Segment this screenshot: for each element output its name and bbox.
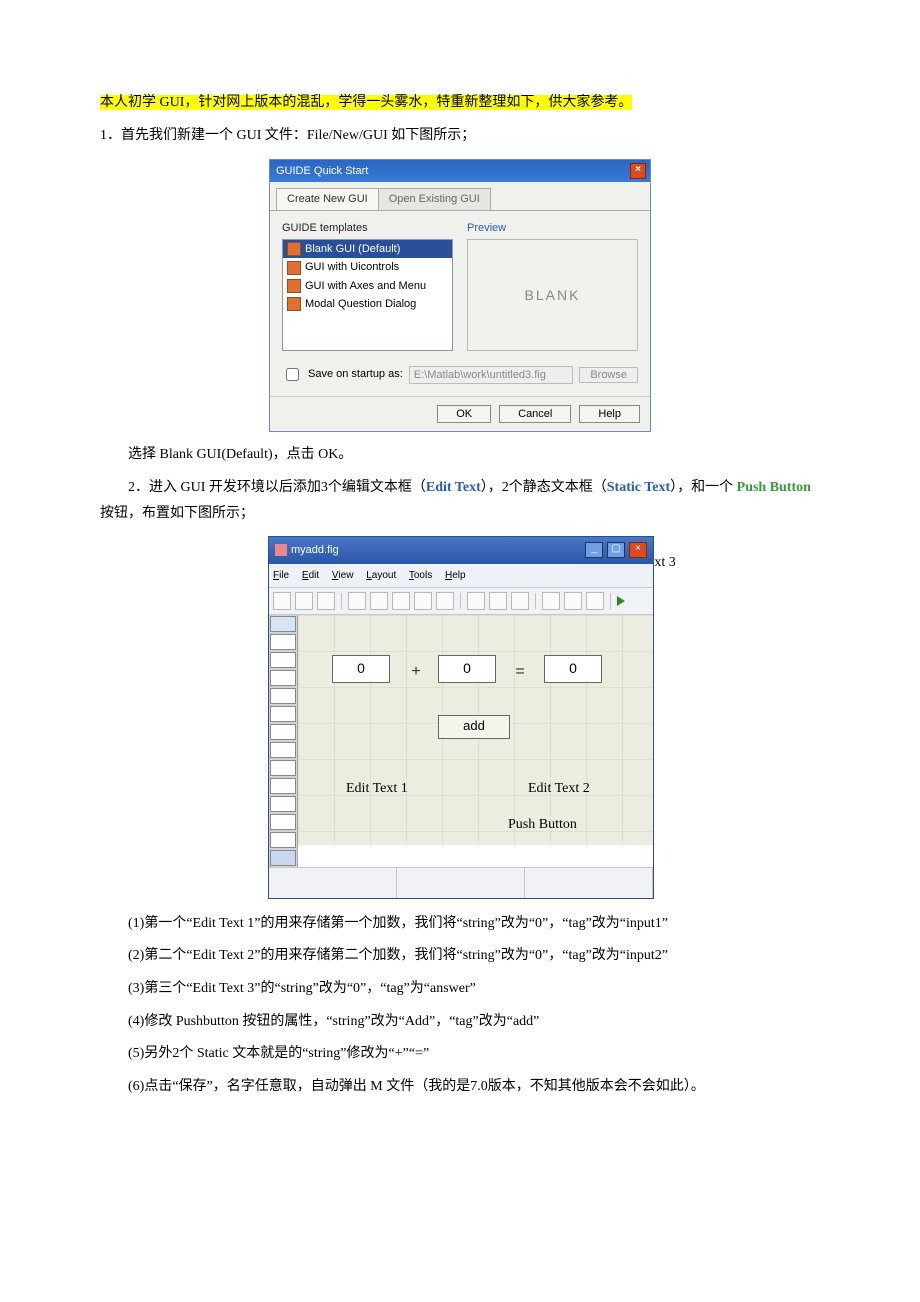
undo-icon[interactable] — [414, 592, 432, 610]
new-icon[interactable] — [273, 592, 291, 610]
palette-toggle-icon[interactable] — [270, 778, 296, 794]
step2: 2．进入 GUI 开发环境以后添加3个编辑文本框（Edit Text），2个静态… — [100, 475, 820, 528]
note-6: (6)点击“保存”，名字任意取，自动弹出 M 文件（我的是7.0版本，不知其他版… — [100, 1074, 820, 1101]
menu-layout[interactable]: Layout — [366, 570, 396, 581]
menu-help[interactable]: Help — [445, 570, 466, 581]
static-plus: + — [406, 657, 426, 687]
guide-statusbar — [269, 867, 653, 898]
tab-order-icon[interactable] — [511, 592, 529, 610]
template-axes-menu[interactable]: GUI with Axes and Menu — [283, 277, 452, 295]
note-4: (4)修改 Pushbutton 按钮的属性，“string”改为“Add”，“… — [100, 1009, 820, 1036]
cancel-button[interactable]: Cancel — [499, 405, 571, 423]
palette-statictext-icon[interactable] — [270, 724, 296, 740]
template-uicontrols[interactable]: GUI with Uicontrols — [283, 258, 452, 276]
palette-popup-icon[interactable] — [270, 742, 296, 758]
template-icon — [287, 242, 301, 256]
guide-window-title: myadd.fig — [291, 540, 581, 561]
dialog-title: GUIDE Quick Start — [276, 165, 368, 177]
template-icon — [287, 261, 301, 275]
template-modal[interactable]: Modal Question Dialog — [283, 295, 452, 313]
menu-edit[interactable]: Edit — [302, 570, 319, 581]
menu-tools[interactable]: Tools — [409, 570, 432, 581]
guide-menubar[interactable]: FFileile Edit View Layout Tools Help — [269, 564, 653, 588]
close-icon[interactable]: × — [630, 163, 646, 179]
guide-toolbar — [269, 588, 653, 615]
palette-slider-icon[interactable] — [270, 652, 296, 668]
template-blank[interactable]: Blank GUI (Default) — [283, 240, 452, 258]
menu-editor-icon[interactable] — [489, 592, 507, 610]
edit-text-3[interactable]: 0 — [544, 655, 602, 683]
browse-button[interactable]: Browse — [579, 367, 638, 383]
palette-select-icon[interactable] — [270, 616, 296, 632]
palette-table-icon[interactable] — [270, 796, 296, 812]
note-5: (5)另外2个 Static 文本就是的“string”修改为“+”“=” — [100, 1041, 820, 1068]
guide-canvas[interactable]: 0 + 0 = 0 add — [298, 615, 653, 845]
menu-view[interactable]: View — [332, 570, 354, 581]
redo-icon[interactable] — [436, 592, 454, 610]
palette-axes-icon[interactable] — [270, 814, 296, 830]
copy-icon[interactable] — [370, 592, 388, 610]
minimize-icon[interactable]: _ — [585, 542, 603, 558]
note-3: (3)第三个“Edit Text 3”的“string”改为“0”，“tag”为… — [100, 976, 820, 1003]
align-icon[interactable] — [467, 592, 485, 610]
static-eq: = — [510, 657, 530, 687]
mfile-icon[interactable] — [564, 592, 582, 610]
ok-button[interactable]: OK — [437, 405, 491, 423]
edit-text-1[interactable]: 0 — [332, 655, 390, 683]
templates-label: GUIDE templates — [282, 221, 453, 235]
tab-create-new[interactable]: Create New GUI — [276, 188, 379, 209]
add-button[interactable]: add — [438, 715, 510, 739]
tab-open-existing[interactable]: Open Existing GUI — [378, 188, 491, 209]
palette-radio-icon[interactable] — [270, 670, 296, 686]
guide-quickstart-dialog: GUIDE Quick Start × Create New GUI Open … — [269, 159, 651, 432]
note-2: (2)第二个“Edit Text 2”的用来存储第二个加数，我们将“string… — [100, 943, 820, 970]
preview-box: BLANK — [467, 239, 638, 351]
ann-et2: Edit Text 2 — [528, 776, 590, 803]
template-icon — [287, 279, 301, 293]
step1: 1．首先我们新建一个 GUI 文件：File/New/GUI 如下图所示； — [100, 123, 820, 150]
ann-et1: Edit Text 1 — [346, 776, 408, 803]
palette-checkbox-icon[interactable] — [270, 688, 296, 704]
palette-buttongroup-icon[interactable] — [270, 850, 296, 866]
save-path-input[interactable] — [409, 366, 574, 384]
component-palette[interactable] — [269, 615, 298, 867]
edit-text-2[interactable]: 0 — [438, 655, 496, 683]
toolbar-editor-icon[interactable] — [542, 592, 560, 610]
after-dialog: 选择 Blank GUI(Default)，点击 OK。 — [100, 442, 820, 469]
cut-icon[interactable] — [348, 592, 366, 610]
save-label: Save on startup as: — [308, 367, 403, 381]
templates-listbox[interactable]: Blank GUI (Default) GUI with Uicontrols … — [282, 239, 453, 351]
save-icon[interactable] — [317, 592, 335, 610]
guide-app-icon — [275, 544, 287, 556]
save-on-startup-checkbox[interactable] — [286, 368, 299, 381]
inspector-icon[interactable] — [586, 592, 604, 610]
menu-file[interactable]: FFileile — [273, 570, 289, 581]
template-icon — [287, 297, 301, 311]
intro-highlight: 本人初学 GUI，针对网上版本的混乱，学得一头雾水，特重新整理如下，供大家参考。 — [100, 95, 632, 110]
open-icon[interactable] — [295, 592, 313, 610]
palette-panel-icon[interactable] — [270, 832, 296, 848]
maximize-icon[interactable]: ▢ — [607, 542, 625, 558]
preview-label: Preview — [467, 221, 638, 235]
paste-icon[interactable] — [392, 592, 410, 610]
guide-editor-window: myadd.fig _ ▢ × FFileile Edit View Layou… — [268, 536, 654, 899]
ann-pb: Push Button — [508, 812, 577, 839]
close-icon[interactable]: × — [629, 542, 647, 558]
help-button[interactable]: Help — [579, 405, 640, 423]
palette-pushbutton-icon[interactable] — [270, 634, 296, 650]
note-1: (1)第一个“Edit Text 1”的用来存储第一个加数，我们将“string… — [100, 911, 820, 938]
run-icon[interactable] — [617, 596, 625, 606]
palette-edittext-icon[interactable] — [270, 706, 296, 722]
palette-listbox-icon[interactable] — [270, 760, 296, 776]
